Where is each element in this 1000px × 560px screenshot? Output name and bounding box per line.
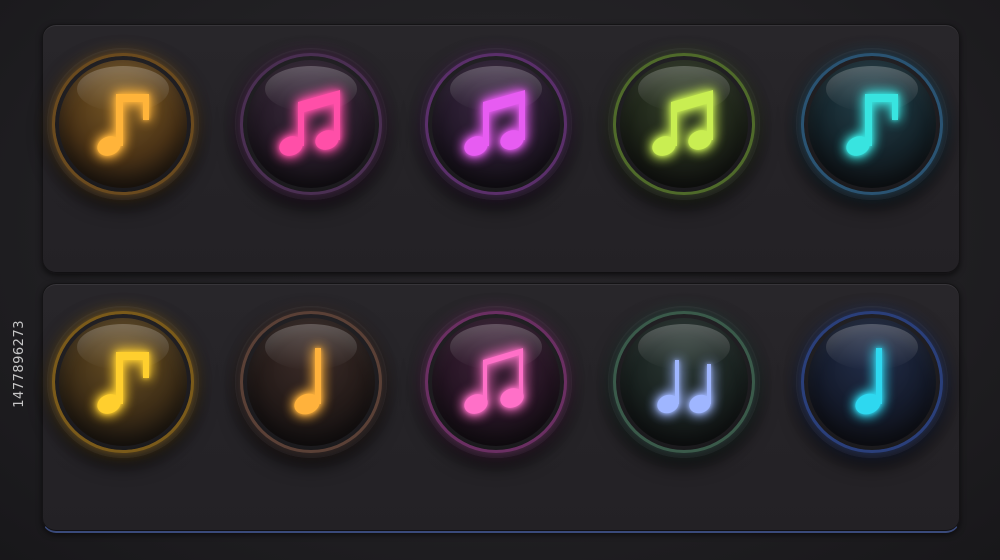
music-note-button-top-3[interactable]: [420, 48, 572, 200]
stock-id-watermark: 1477896273: [12, 320, 27, 408]
music-note-button-bottom-1[interactable]: [47, 306, 199, 458]
beamed-eighth-notes-icon: [279, 90, 340, 156]
music-note-button-bottom-2[interactable]: [235, 306, 387, 458]
music-note-button-bottom-5[interactable]: [796, 306, 948, 458]
music-note-button-top-1[interactable]: [47, 48, 199, 200]
eighth-note-flag-icon: [846, 94, 898, 156]
beamed-eighth-notes-icon: [464, 90, 525, 156]
music-note-button-top-2[interactable]: [235, 48, 387, 200]
quarter-note-icon: [855, 348, 882, 415]
eighth-note-flag-icon: [97, 352, 149, 414]
beamed-eighth-notes-icon: [652, 90, 713, 156]
music-note-button-top-4[interactable]: [608, 48, 760, 200]
music-note-button-top-5[interactable]: [796, 48, 948, 200]
beamed-eighth-notes-outline-icon: [464, 348, 524, 414]
quarter-note-icon: [294, 348, 321, 415]
eighth-note-flag-icon: [97, 94, 149, 156]
music-note-button-bottom-3[interactable]: [420, 306, 572, 458]
music-note-button-bottom-4[interactable]: [608, 306, 760, 458]
double-quarter-notes-icon: [657, 360, 711, 414]
